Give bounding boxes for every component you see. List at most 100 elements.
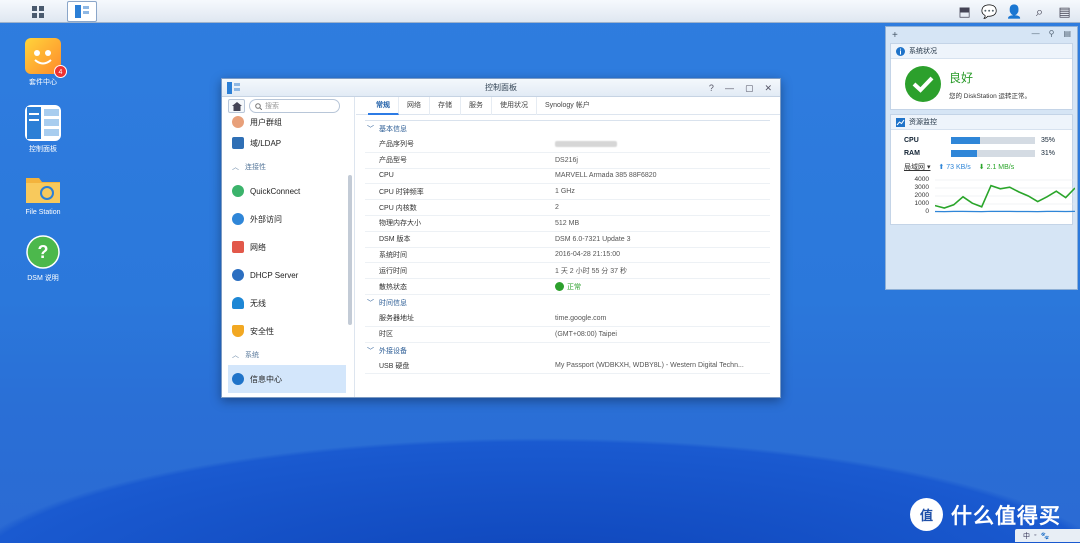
y-tick-label: 2000	[914, 192, 929, 199]
desktop-icon-dsm-help[interactable]: ? DSM 说明	[8, 234, 78, 283]
sidebar-group-system[interactable]: ︿ 系统	[222, 345, 346, 365]
section-title: 时间信息	[379, 299, 407, 307]
search-icon	[255, 102, 262, 110]
minimize-icon[interactable]: —	[1032, 29, 1040, 38]
sidebar-group-label: 连接性	[245, 164, 266, 171]
control-panel-icon	[74, 4, 90, 19]
desktop-icon-label: DSM 说明	[27, 275, 59, 282]
info-row-cpu: CPU MARVELL Armada 385 88F6820	[365, 169, 770, 185]
sidebar-item-label: 安全性	[250, 326, 274, 336]
section-header-time[interactable]: ﹀ 时间信息	[365, 295, 770, 311]
y-tick-label: 4000	[914, 176, 929, 183]
ime-indicator[interactable]: 中	[1023, 531, 1030, 541]
tray-app-icon[interactable]: 🐾	[1040, 532, 1049, 540]
sidebar-item-security[interactable]: 安全性	[222, 317, 346, 345]
row-value: (GMT+08:00) Taipei	[555, 330, 617, 338]
widget-title: 系统状况	[909, 48, 937, 55]
wifi-icon	[232, 297, 244, 309]
window-title: 控制面板	[485, 83, 517, 92]
download-series-line	[935, 184, 1075, 209]
row-value	[555, 141, 617, 148]
user-group-icon	[232, 116, 244, 128]
tab-usage[interactable]: 使用状况	[492, 96, 537, 115]
y-tick-label: 3000	[914, 184, 929, 191]
row-value: 2	[555, 204, 559, 212]
section-header-external[interactable]: ﹀ 外接设备	[365, 343, 770, 359]
row-value: 1 天 2 小时 55 分 37 秒	[555, 267, 627, 275]
sidebar-scrollbar[interactable]	[348, 175, 352, 325]
section-header-basic[interactable]: ﹀ 基本信息	[365, 121, 770, 137]
help-icon[interactable]: ?	[709, 79, 714, 97]
row-value: 512 MB	[555, 219, 580, 227]
desktop-icon-package-center[interactable]: 4 套件中心	[8, 38, 78, 87]
sidebar-search-input[interactable]: 搜索	[249, 99, 340, 113]
redacted-serial	[555, 141, 617, 148]
info-row-cpu-cores: CPU 内核数 2	[365, 200, 770, 216]
row-value: MARVELL Armada 385 88F6820	[555, 172, 657, 180]
upload-icon[interactable]: ⬒	[955, 2, 974, 21]
add-widget-icon[interactable]: +	[892, 30, 898, 41]
cpu-usage-row: CPU 35%	[891, 134, 1072, 147]
home-button[interactable]	[228, 99, 245, 113]
close-icon[interactable]: ✕	[764, 79, 772, 97]
pin-icon[interactable]: ⚲	[1049, 29, 1055, 38]
sidebar-item-network[interactable]: 网络	[222, 233, 346, 261]
sidebar-item-external-access[interactable]: 外部访问	[222, 205, 346, 233]
sidebar-item-wireless[interactable]: 无线	[222, 289, 346, 317]
row-value: DS216j	[555, 156, 578, 164]
chat-icon[interactable]: 💬	[980, 2, 999, 21]
section-title: 外接设备	[379, 347, 407, 355]
info-row-cpu-clock: CPU 时钟频率 1 GHz	[365, 184, 770, 201]
network-select[interactable]: 局域网 ▾	[904, 162, 930, 172]
maximize-icon[interactable]: ▢	[745, 79, 754, 97]
watermark-logo: 值	[910, 498, 943, 531]
chevron-up-icon: ︿	[232, 352, 239, 359]
download-value: 2.1 MB/s	[986, 164, 1015, 171]
row-label: CPU 时钟频率	[379, 188, 424, 196]
ime-mode-icon[interactable]: ◦	[1034, 532, 1036, 539]
row-label: 物理内存大小	[379, 220, 421, 228]
desktop-icon-file-station[interactable]: File Station	[8, 170, 78, 216]
row-label: CPU	[379, 172, 394, 180]
minimize-icon[interactable]: —	[725, 79, 734, 97]
widget-toggle-icon[interactable]: ▤	[1063, 29, 1071, 38]
ram-label: RAM	[904, 150, 920, 157]
sidebar-item-label: 网络	[250, 242, 266, 252]
desktop-icon-control-panel[interactable]: 控制面板	[8, 105, 78, 154]
control-panel-icon	[25, 105, 61, 141]
tab-service[interactable]: 服务	[461, 96, 492, 115]
dhcp-icon	[232, 269, 244, 281]
tab-storage[interactable]: 存储	[430, 96, 461, 115]
sidebar-group-connectivity[interactable]: ︿ 连接性	[222, 157, 346, 177]
info-row-thermal: 散热状态 正常	[365, 279, 770, 295]
chevron-down-icon: ﹀	[367, 299, 374, 307]
widget-title: 资源监控	[909, 119, 937, 126]
watermark: 值 什么值得买	[910, 498, 1061, 531]
tab-synology-account[interactable]: Synology 帐户	[537, 97, 598, 115]
cpu-label: CPU	[904, 137, 919, 144]
taskbar-control-panel-button[interactable]	[67, 1, 97, 22]
network-label: 局域网	[904, 164, 925, 171]
info-table: ﹀ 基本信息 产品序列号 产品型号 DS216j CPU MARVELL Armad…	[365, 120, 770, 375]
info-row-memory: 物理内存大小 512 MB	[365, 216, 770, 232]
sidebar-item-dhcp-server[interactable]: DHCP Server	[222, 261, 346, 289]
sidebar-item-info-center[interactable]: 信息中心	[228, 365, 346, 393]
sidebar-item-users-groups[interactable]: 用户群组	[222, 115, 346, 129]
system-health-widget: 系统状况 良好 您的 DiskStation 运转正常。	[890, 43, 1073, 110]
widgets-icon[interactable]: ▤	[1055, 2, 1074, 21]
domain-icon	[232, 137, 244, 149]
ram-usage-bar	[951, 150, 1035, 157]
tab-bar: 常规 网络 存储 服务 使用状况 Synology 帐户	[356, 96, 780, 115]
chart-icon	[896, 117, 905, 127]
sidebar-item-domain-ldap[interactable]: 域/LDAP	[222, 129, 346, 157]
window-titlebar[interactable]: 控制面板 ? — ▢ ✕	[222, 79, 780, 97]
tab-network[interactable]: 网络	[399, 96, 430, 115]
search-icon[interactable]: ⌕	[1030, 2, 1049, 21]
desktop-icon-label: 套件中心	[29, 79, 57, 86]
upload-rate: ⬆ 73 KB/s	[938, 164, 971, 171]
tab-general[interactable]: 常规	[368, 96, 399, 115]
user-icon[interactable]: 👤	[1005, 2, 1024, 21]
sidebar-item-quickconnect[interactable]: QuickConnect	[222, 177, 346, 205]
main-menu-button[interactable]	[23, 1, 53, 22]
section-title: 基本信息	[379, 126, 407, 133]
